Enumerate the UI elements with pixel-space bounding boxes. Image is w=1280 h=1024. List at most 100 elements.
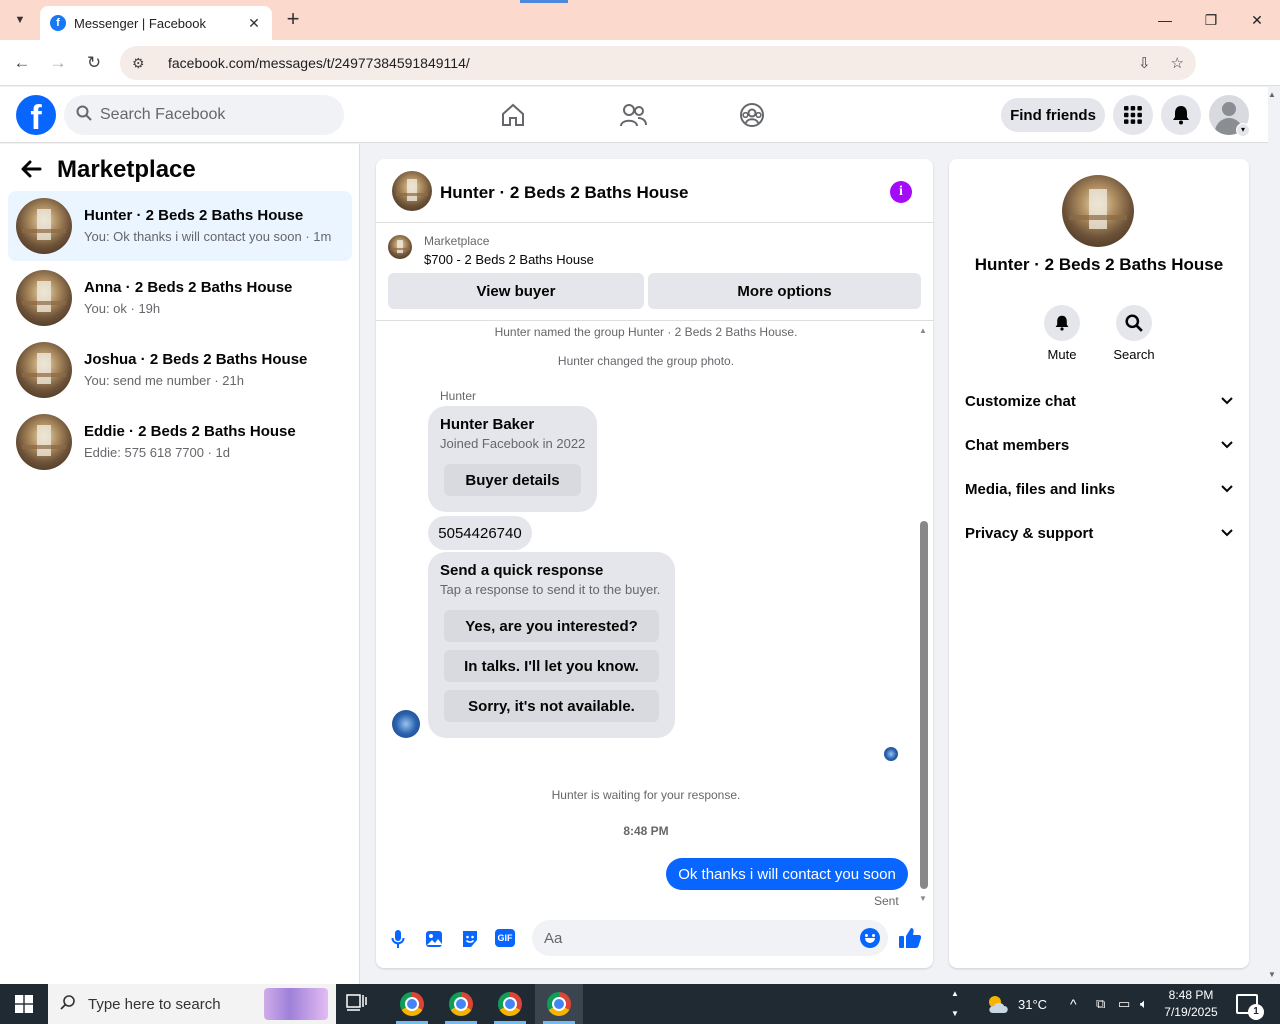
network-icon[interactable]: ▭ [1118,984,1130,1024]
notifications-bell-icon[interactable] [1161,95,1201,135]
microphone-icon[interactable] [387,928,409,950]
system-message: Hunter changed the group photo. [557,354,735,368]
listing-thumbnail[interactable] [388,235,412,259]
close-window-icon[interactable]: ✕ [1234,0,1280,40]
message-bubble[interactable]: 5054426740 [428,516,532,550]
task-view-icon[interactable] [346,994,370,1014]
forward-arrow-icon[interactable]: → [46,51,70,75]
minimize-icon[interactable]: — [1142,0,1188,40]
facebook-header: f Find friends ▾ [0,87,1268,143]
privacy-support-row[interactable]: Privacy & support [965,517,1233,549]
clock-date: 7/19/2025 [1164,1005,1218,1019]
sticker-icon[interactable] [459,928,481,950]
conversation-item[interactable]: Anna · 2 Beds 2 Baths House You: ok · 19… [8,263,352,333]
windows-taskbar: Type here to search ▲ ▼ 31°C ^ ⧉ ▭ 🔈︎ 8:4… [0,984,1280,1024]
buyer-card: Hunter Baker Joined Facebook in 2022 Buy… [428,406,597,512]
tab-search-chevron-icon[interactable]: ▼ [8,8,32,32]
section-label: Privacy & support [965,524,1094,542]
quick-response-option[interactable]: Yes, are you interested? [444,610,659,642]
home-icon[interactable] [497,99,529,131]
emoji-icon[interactable] [860,928,880,948]
listing-banner: Marketplace $700 - 2 Beds 2 Baths House … [376,223,933,321]
reload-icon[interactable]: ↻ [82,51,106,75]
chat-members-row[interactable]: Chat members [965,429,1233,461]
chevron-down-icon [1221,394,1233,408]
info-icon[interactable]: i [890,181,912,203]
quick-response-option[interactable]: Sorry, it's not available. [444,690,659,722]
details-title: Hunter · 2 Beds 2 Baths House [974,255,1224,274]
page-scroll-down-icon[interactable]: ▼ [1268,970,1276,979]
conversation-name: Anna · 2 Beds 2 Baths House [84,279,293,296]
mute-action[interactable]: Mute [1032,305,1092,362]
conversation-item[interactable]: Joshua · 2 Beds 2 Baths House You: send … [8,335,352,405]
conversation-item[interactable]: Eddie · 2 Beds 2 Baths House Eddie: 575 … [8,407,352,477]
search-icon [76,105,92,125]
more-options-button[interactable]: More options [648,273,921,309]
customize-chat-row[interactable]: Customize chat [965,385,1233,417]
taskbar-scroll-icon[interactable]: ▲ ▼ [949,984,961,1024]
chat-scroll-up-icon[interactable]: ▲ [919,326,927,335]
groups-icon[interactable] [736,99,768,131]
bookmark-star-icon[interactable]: ☆ [1171,54,1184,72]
search-action[interactable]: Search [1104,305,1164,362]
account-chevron-down-icon[interactable]: ▾ [1236,123,1250,137]
back-arrow-icon[interactable] [20,158,42,186]
chrome-taskbar-icon[interactable] [437,984,485,1024]
photo-icon[interactable] [423,928,445,950]
read-receipt-avatar [884,747,898,761]
media-files-links-row[interactable]: Media, files and links [965,473,1233,505]
buyer-name: Hunter Baker [440,416,535,433]
quick-response-card: Send a quick response Tap a response to … [428,552,675,738]
close-tab-icon[interactable]: ✕ [246,15,262,32]
find-friends-button[interactable]: Find friends [1001,98,1105,132]
gif-icon[interactable]: GIF [495,929,515,947]
sender-avatar[interactable] [392,710,420,738]
chevron-down-icon [1221,526,1233,540]
quick-response-option[interactable]: In talks. I'll let you know. [444,650,659,682]
chrome-taskbar-icon[interactable] [535,984,583,1024]
chrome-taskbar-icon[interactable] [388,984,436,1024]
tray-device-icon[interactable]: ⧉ [1096,984,1105,1024]
back-arrow-icon[interactable]: ← [10,51,34,75]
conversation-name: Joshua · 2 Beds 2 Baths House [84,351,308,368]
facebook-logo-icon[interactable]: f [16,95,56,135]
tab-loading-indicator [520,0,568,3]
buyer-details-button[interactable]: Buyer details [444,464,581,496]
like-thumb-icon[interactable] [898,926,922,950]
weather-widget[interactable]: 31°C [984,984,1047,1024]
new-tab-plus-icon[interactable]: + [282,8,304,30]
listing-price[interactable]: $700 - 2 Beds 2 Baths House [424,252,594,267]
taskbar-clock[interactable]: 8:48 PM 7/19/2025 [1160,987,1222,1021]
omnibox[interactable]: ⚙ facebook.com/messages/t/24977384591849… [120,46,1196,80]
chat-title[interactable]: Hunter · 2 Beds 2 Baths House [440,183,688,203]
url-text[interactable]: facebook.com/messages/t/2497738459184911… [168,55,1118,71]
restore-icon[interactable]: ❐ [1188,0,1234,40]
chat-group-photo[interactable] [392,171,432,211]
view-buyer-button[interactable]: View buyer [388,273,644,309]
search-icon[interactable] [1116,305,1152,341]
install-app-icon[interactable]: ⇩ [1138,54,1151,72]
sent-message-bubble[interactable]: Ok thanks i will contact you soon [666,858,908,890]
friends-icon[interactable] [617,99,649,131]
conversation-thumbnail [16,198,72,254]
browser-tab[interactable]: f Messenger | Facebook ✕ [40,6,272,40]
tray-chevron-up-icon[interactable]: ^ [1070,984,1077,1024]
chat-scrollbar-thumb[interactable] [920,521,928,889]
facebook-search-input[interactable] [100,106,320,124]
group-photo[interactable] [1062,175,1134,247]
conversation-item[interactable]: Hunter · 2 Beds 2 Baths House You: Ok th… [8,191,352,261]
chat-scroll-down-icon[interactable]: ▼ [919,894,927,903]
chrome-taskbar-icon[interactable] [486,984,534,1024]
windows-start-icon[interactable] [0,984,48,1024]
volume-icon[interactable]: 🔈︎ [1140,984,1148,1024]
message-input-box[interactable] [532,920,888,956]
facebook-search[interactable] [64,95,344,135]
message-timestamp: 8:48 PM [623,824,669,838]
search-highlight-image [264,988,328,1020]
bell-icon[interactable] [1044,305,1080,341]
menu-grid-icon[interactable] [1113,95,1153,135]
conversation-snippet: You: Ok thanks i will contact you soon ·… [84,229,332,244]
message-input[interactable] [544,929,844,947]
site-settings-icon[interactable]: ⚙ [132,55,154,72]
page-scroll-up-icon[interactable]: ▲ [1268,90,1276,99]
